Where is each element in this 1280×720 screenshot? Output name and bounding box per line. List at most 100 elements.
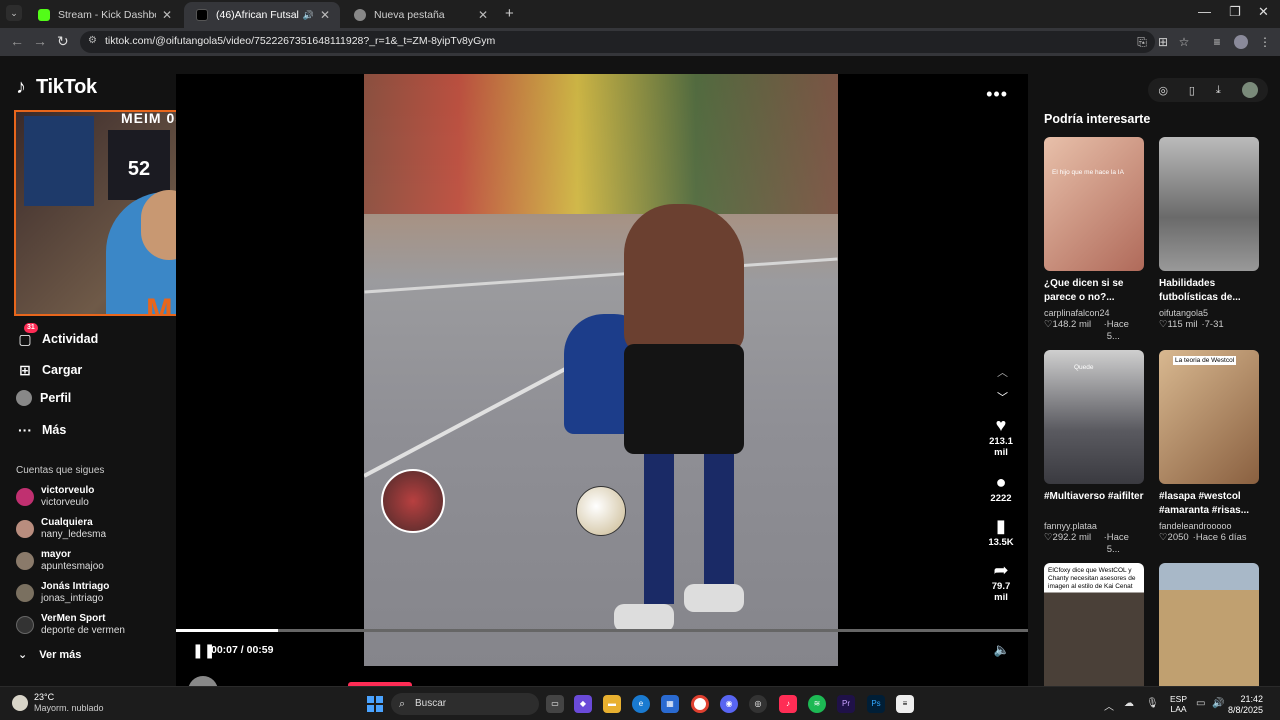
- see-more-button[interactable]: ⌄ Ver más: [18, 648, 81, 661]
- video-frame[interactable]: [364, 74, 838, 666]
- kick-favicon-icon: [38, 9, 50, 21]
- like-button[interactable]: ♥ 213.1 mil: [986, 414, 1016, 458]
- spotify-icon[interactable]: ≋: [808, 695, 826, 713]
- followed-account[interactable]: mayor apuntesmajoo: [16, 549, 104, 573]
- discord-icon[interactable]: ◉: [720, 695, 738, 713]
- heart-outline-icon: ♡: [1044, 532, 1053, 543]
- show-hidden-icons-icon[interactable]: ︿: [1104, 698, 1114, 713]
- new-tab-icon[interactable]: +: [505, 5, 514, 22]
- heart-icon: ♥: [995, 415, 1007, 435]
- nav-cargar[interactable]: ⊞ Cargar: [16, 361, 82, 379]
- microphone-icon[interactable]: 🎙: [1146, 698, 1159, 709]
- tiktok-note-icon: ♪: [16, 76, 26, 98]
- nav-perfil[interactable]: Perfil: [16, 390, 71, 406]
- tab-tiktok-video[interactable]: (46)African Futsal Skills Hig 🔊 ✕: [184, 2, 340, 28]
- device-icon[interactable]: ▯: [1189, 84, 1195, 97]
- chevron-down-icon[interactable]: ﹀: [997, 389, 1008, 405]
- minimize-icon[interactable]: —: [1198, 4, 1211, 19]
- file-explorer-icon[interactable]: ▬: [603, 695, 621, 713]
- copilot-icon[interactable]: ◆: [574, 695, 592, 713]
- photoshop-icon[interactable]: Ps: [867, 695, 885, 713]
- avatar: [16, 616, 34, 634]
- weather-condition: Mayorm. nublado: [34, 703, 104, 713]
- card-user: carplinafalcon24: [1044, 308, 1110, 318]
- edge-icon[interactable]: e: [632, 695, 650, 713]
- coins-icon[interactable]: ◎: [1158, 84, 1168, 97]
- site-info-icon[interactable]: ⚙: [88, 35, 100, 47]
- progress-bar[interactable]: [176, 629, 1028, 632]
- suggested-video-card[interactable]: El hijo que me hace la IA ¿Que dicen si …: [1044, 137, 1144, 343]
- suggested-video-card[interactable]: ElCfoxy dice que WestCOL y Chanty necesi…: [1044, 563, 1144, 686]
- chrome-icon[interactable]: [691, 695, 709, 713]
- url-text[interactable]: tiktok.com/@oifutangola5/video/752226735…: [105, 35, 495, 47]
- address-bar[interactable]: ⚙ tiktok.com/@oifutangola5/video/7522267…: [80, 31, 1155, 53]
- share-button[interactable]: ➦ 79.7 mil: [986, 559, 1016, 603]
- obs-icon[interactable]: ◎: [749, 695, 767, 713]
- close-tab-icon[interactable]: ✕: [478, 8, 488, 22]
- premiere-icon[interactable]: Pr: [837, 695, 855, 713]
- store-icon[interactable]: ▦: [661, 695, 679, 713]
- nav-actividad[interactable]: ▢ 31 Actividad: [16, 323, 98, 348]
- followed-account[interactable]: VerMen Sport deporte de vermen: [16, 613, 125, 637]
- display-icon[interactable]: ▭: [1196, 698, 1205, 709]
- card-age: 7-31: [1204, 319, 1224, 330]
- tab-new-tab[interactable]: Nueva pestaña ✕: [342, 2, 498, 28]
- restore-icon[interactable]: ❐: [1229, 4, 1241, 20]
- nav-mas[interactable]: ··· Más: [16, 421, 66, 439]
- close-tab-icon[interactable]: ✕: [162, 8, 172, 22]
- webcam-brand-text: MEIM 05: [121, 110, 185, 126]
- suggested-video-card[interactable]: Quede #Multiaverso #aifilter fannyy.plat…: [1044, 350, 1144, 556]
- wall-jersey-black: 52: [108, 130, 170, 200]
- audio-playing-icon[interactable]: 🔊: [303, 10, 314, 21]
- avatar: [16, 488, 34, 506]
- translate-icon[interactable]: ⊞: [1156, 35, 1170, 49]
- chevron-up-icon[interactable]: ︿: [997, 364, 1008, 380]
- back-icon[interactable]: ←: [10, 33, 24, 49]
- network-icon[interactable]: ☁: [1124, 698, 1134, 709]
- followed-account[interactable]: Jonás Intriago jonas_intriago: [16, 581, 109, 605]
- windows-start-icon[interactable]: [367, 696, 383, 712]
- reload-icon[interactable]: ↻: [57, 33, 69, 50]
- followed-account[interactable]: Cualquiera nany_ledesma: [16, 517, 106, 541]
- tab-search-icon[interactable]: ⌄: [6, 5, 22, 21]
- video-author[interactable]: oifutangola5: [188, 676, 297, 686]
- video-thumbnail: El hijo que me hace la IA: [1044, 137, 1144, 271]
- card-age: Hace 6 días: [1195, 532, 1247, 543]
- suggested-video-card[interactable]: Habilidades futbolísticas de... oifutang…: [1159, 137, 1259, 331]
- tiktok-app-icon[interactable]: ♪: [779, 695, 797, 713]
- task-view-icon[interactable]: ▭: [546, 695, 564, 713]
- save-button[interactable]: ▮ 13.5K: [986, 515, 1016, 548]
- speaker-icon[interactable]: 🔊: [1212, 698, 1224, 709]
- download-icon[interactable]: ⤓: [1216, 84, 1221, 97]
- forward-icon[interactable]: →: [33, 33, 47, 49]
- tiktok-logo[interactable]: ♪ TikTok: [16, 76, 97, 99]
- volume-icon[interactable]: 🔈: [994, 642, 1010, 658]
- suggested-video-card[interactable]: [1159, 563, 1259, 686]
- comment-button[interactable]: ● 2222: [986, 471, 1016, 504]
- install-app-icon[interactable]: ⎘: [1135, 35, 1149, 49]
- taskbar-search[interactable]: ⌕ Buscar: [391, 693, 539, 715]
- close-tab-icon[interactable]: ✕: [320, 8, 330, 22]
- followed-account[interactable]: victorveulo victorveulo: [16, 485, 94, 509]
- close-window-icon[interactable]: ✕: [1258, 4, 1269, 20]
- more-options-icon[interactable]: •••: [986, 84, 1008, 105]
- browser-tab-strip: ⌄ Stream - Kick Dashboard ✕ (46)African …: [0, 0, 1280, 28]
- clock-time: 21:42: [1240, 694, 1264, 704]
- tab-kick-dashboard[interactable]: Stream - Kick Dashboard ✕: [26, 2, 182, 28]
- reading-list-icon[interactable]: ≡: [1210, 35, 1224, 49]
- suggested-video-card[interactable]: La teoria de Westcol #lasapa #westcol #a…: [1159, 350, 1259, 544]
- profile-avatar-icon[interactable]: [1234, 35, 1248, 49]
- player-shoe: [614, 604, 674, 632]
- user-avatar-icon[interactable]: [1241, 82, 1258, 98]
- see-more-label: Ver más: [39, 649, 82, 661]
- tab-title: Stream - Kick Dashboard: [58, 9, 156, 21]
- chrome-menu-icon[interactable]: ⋮: [1258, 35, 1272, 49]
- bookmark-star-icon[interactable]: ☆: [1177, 35, 1191, 49]
- app-icon[interactable]: ≡: [896, 695, 914, 713]
- language-indicator[interactable]: ESP LAA: [1170, 694, 1187, 714]
- thumbnail-caption: ElCfoxy dice que WestCOL y Chanty necesi…: [1048, 567, 1136, 590]
- crowd-background: [364, 74, 838, 214]
- system-clock[interactable]: 21:42 8/8/2025: [1228, 694, 1263, 716]
- weather-widget[interactable]: 23°C Mayorm. nublado: [12, 692, 104, 714]
- video-player[interactable]: ••• ︿ ﹀ ♥ 213.1 mil ● 2222 ▮ 13.5K ➦ 79.…: [176, 74, 1028, 686]
